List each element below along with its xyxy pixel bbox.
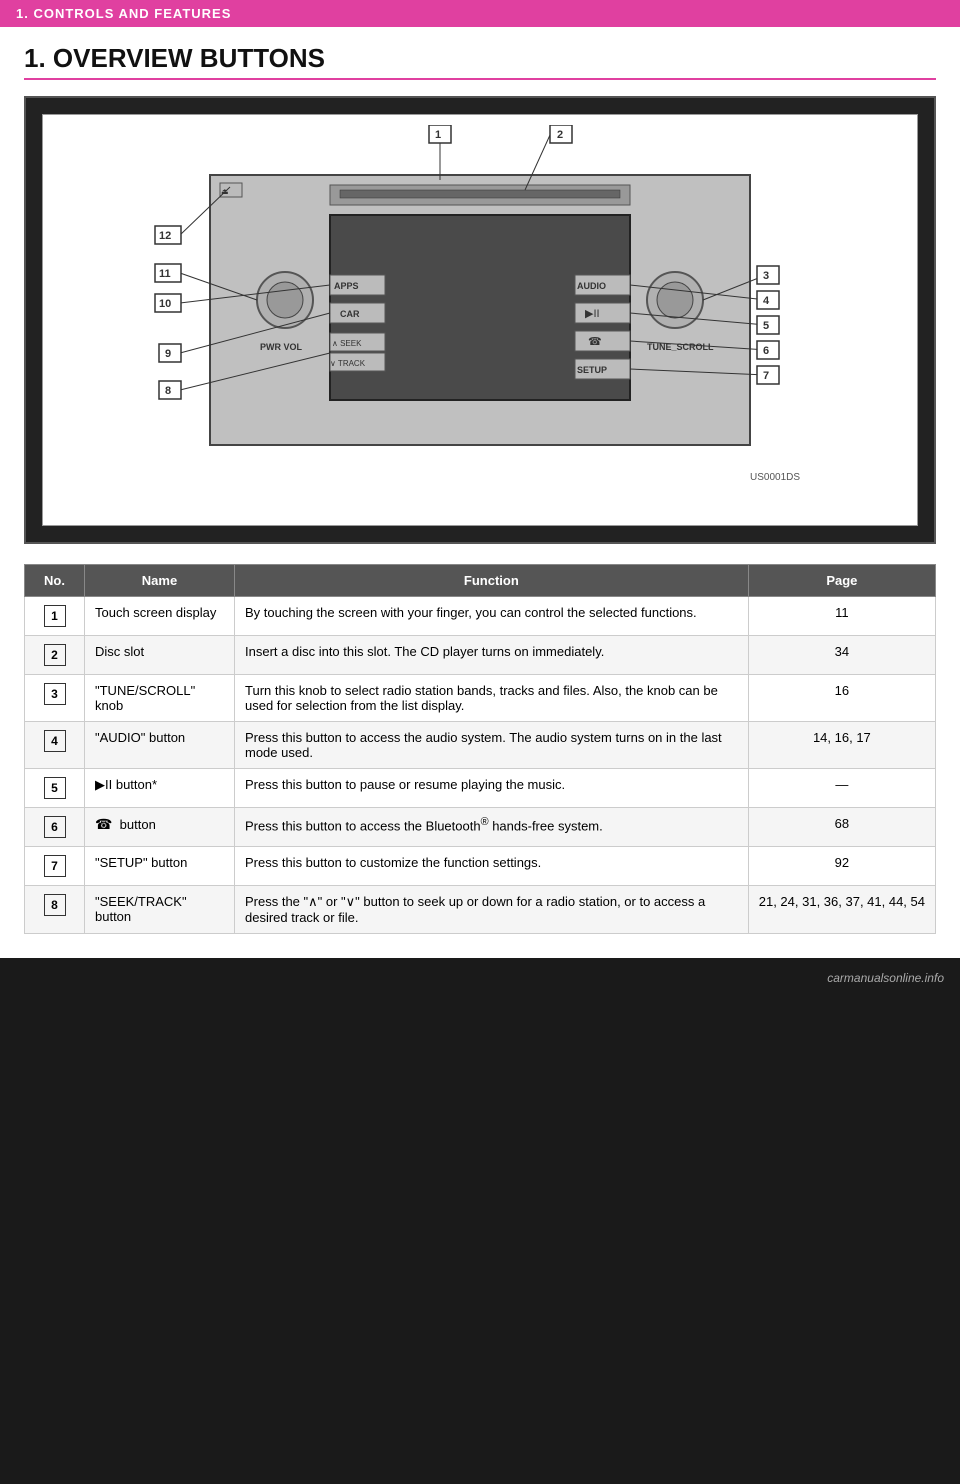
svg-text:7: 7	[763, 370, 769, 382]
row-function-cell: Press this button to access the Bluetoot…	[235, 808, 749, 847]
row-name-cell: "AUDIO" button	[85, 722, 235, 769]
svg-text:12: 12	[159, 230, 171, 242]
table-row: 1 Touch screen displayBy touching the scr…	[25, 597, 936, 636]
svg-text:4: 4	[763, 295, 770, 307]
svg-text:US0001DS: US0001DS	[750, 472, 800, 483]
svg-text:6: 6	[763, 345, 769, 357]
row-name-cell: "SETUP" button	[85, 847, 235, 886]
section-header: 1. CONTROLS AND FEATURES	[0, 0, 960, 27]
row-page-cell: 21, 24, 31, 36, 37, 41, 44, 54	[748, 886, 935, 934]
svg-text:☎: ☎	[588, 336, 602, 348]
svg-text:10: 10	[159, 298, 171, 310]
svg-text:11: 11	[159, 268, 171, 280]
row-page-cell: 14, 16, 17	[748, 722, 935, 769]
row-number-box: 7	[44, 855, 66, 877]
row-number-cell: 3	[25, 675, 85, 722]
svg-text:3: 3	[763, 270, 769, 282]
svg-text:APPS: APPS	[334, 281, 359, 291]
section-label: 1. CONTROLS AND FEATURES	[16, 6, 231, 21]
table-row: 6 ☎ buttonPress this button to access the…	[25, 808, 936, 847]
watermark-text: carmanualsonline.info	[827, 971, 944, 985]
diagram-container: PWR VOL TUNE_SCROLL APPS CAR ∧ SEEK ∨ TR…	[24, 96, 936, 544]
page-title: 1. OVERVIEW BUTTONS	[24, 43, 936, 80]
row-page-cell: 92	[748, 847, 935, 886]
footer-bar: carmanualsonline.info	[0, 958, 960, 998]
svg-text:2: 2	[557, 129, 563, 141]
row-number-cell: 7	[25, 847, 85, 886]
svg-text:TUNE_SCROLL: TUNE_SCROLL	[647, 342, 714, 352]
row-name-cell: ☎ button	[85, 808, 235, 847]
row-function-cell: Insert a disc into this slot. The CD pla…	[235, 636, 749, 675]
table-row: 8 "SEEK/TRACK" buttonPress the "∧" or "∨"…	[25, 886, 936, 934]
row-number-box: 8	[44, 894, 66, 916]
row-name-cell: "TUNE/SCROLL" knob	[85, 675, 235, 722]
row-page-cell: —	[748, 769, 935, 808]
svg-text:PWR VOL: PWR VOL	[260, 342, 303, 352]
row-number-box: 6	[44, 816, 66, 838]
col-header-no: No.	[25, 565, 85, 597]
svg-text:AUDIO: AUDIO	[577, 281, 606, 291]
device-diagram-svg: PWR VOL TUNE_SCROLL APPS CAR ∧ SEEK ∨ TR…	[130, 125, 830, 515]
table-row: 3 "TUNE/SCROLL" knobTurn this knob to sel…	[25, 675, 936, 722]
row-function-cell: Press the "∧" or "∨" button to seek up o…	[235, 886, 749, 934]
row-name-cell: Disc slot	[85, 636, 235, 675]
row-number-box: 3	[44, 683, 66, 705]
svg-text:5: 5	[763, 320, 769, 332]
svg-text:1: 1	[435, 129, 441, 141]
overview-table: No. Name Function Page 1 Touch screen dis…	[24, 564, 936, 934]
row-number-box: 2	[44, 644, 66, 666]
row-page-cell: 16	[748, 675, 935, 722]
row-page-cell: 68	[748, 808, 935, 847]
col-header-function: Function	[235, 565, 749, 597]
row-number-box: 1	[44, 605, 66, 627]
table-row: 2 Disc slotInsert a disc into this slot. …	[25, 636, 936, 675]
row-number-cell: 2	[25, 636, 85, 675]
row-name-cell: ▶II button*	[85, 769, 235, 808]
table-row: 7 "SETUP" buttonPress this button to cust…	[25, 847, 936, 886]
col-header-page: Page	[748, 565, 935, 597]
row-number-cell: 6	[25, 808, 85, 847]
main-content: 1. OVERVIEW BUTTONS PWR VOL TUNE_	[0, 27, 960, 958]
row-function-cell: Press this button to access the audio sy…	[235, 722, 749, 769]
row-number-box: 4	[44, 730, 66, 752]
phone-icon: ☎	[95, 816, 112, 832]
table-row: 4 "AUDIO" buttonPress this button to acce…	[25, 722, 936, 769]
diagram-image: PWR VOL TUNE_SCROLL APPS CAR ∧ SEEK ∨ TR…	[42, 114, 918, 526]
row-name-cell: "SEEK/TRACK" button	[85, 886, 235, 934]
row-function-cell: By touching the screen with your finger,…	[235, 597, 749, 636]
svg-text:∨ TRACK: ∨ TRACK	[330, 359, 366, 368]
play-pause-icon: ▶II	[95, 777, 112, 792]
row-number-cell: 1	[25, 597, 85, 636]
row-function-cell: Turn this knob to select radio station b…	[235, 675, 749, 722]
svg-text:SETUP: SETUP	[577, 365, 607, 375]
svg-text:▶II: ▶II	[585, 308, 600, 320]
table-row: 5 ▶II button*Press this button to pause o…	[25, 769, 936, 808]
row-number-cell: 8	[25, 886, 85, 934]
svg-text:∧ SEEK: ∧ SEEK	[332, 339, 362, 348]
row-number-box: 5	[44, 777, 66, 799]
col-header-name: Name	[85, 565, 235, 597]
svg-text:9: 9	[165, 348, 171, 360]
row-page-cell: 34	[748, 636, 935, 675]
row-number-cell: 4	[25, 722, 85, 769]
row-function-cell: Press this button to pause or resume pla…	[235, 769, 749, 808]
row-name-cell: Touch screen display	[85, 597, 235, 636]
row-page-cell: 11	[748, 597, 935, 636]
row-function-cell: Press this button to customize the funct…	[235, 847, 749, 886]
row-number-cell: 5	[25, 769, 85, 808]
svg-text:CAR: CAR	[340, 309, 360, 319]
svg-text:8: 8	[165, 385, 171, 397]
